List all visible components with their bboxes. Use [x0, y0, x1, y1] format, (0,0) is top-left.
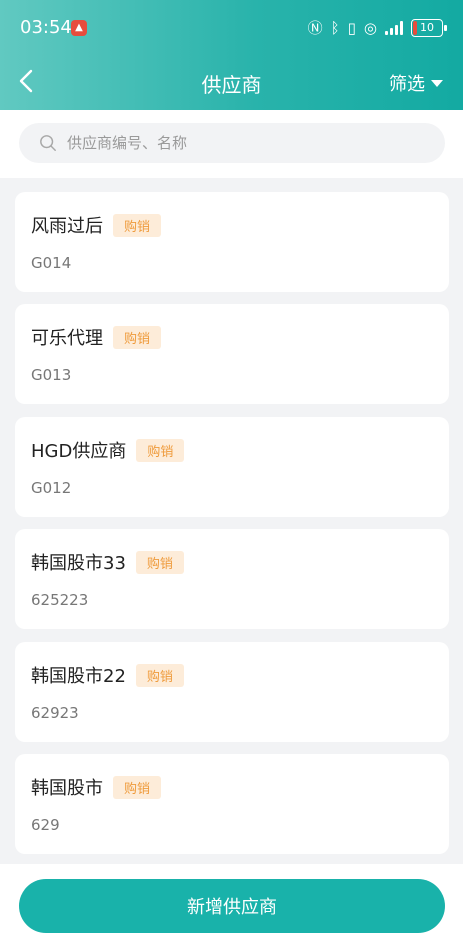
filter-label: 筛选	[389, 74, 425, 95]
supplier-type-badge: 购销	[113, 213, 162, 237]
add-supplier-button[interactable]: 新增供应商	[19, 879, 445, 933]
search-bar	[0, 110, 463, 178]
supplier-name-row: 韩国股市22 购销	[31, 662, 184, 688]
nav-bar: 供应商 筛选	[0, 56, 463, 110]
search-icon	[40, 135, 56, 151]
supplier-type-badge: 购销	[136, 438, 185, 462]
notification-icon: ▲	[71, 20, 87, 36]
hotspot-icon: ◎	[363, 18, 377, 37]
supplier-code: 62923	[31, 704, 79, 722]
nfc-icon: Ⓝ	[307, 19, 323, 37]
supplier-name: 韩国股市33	[31, 553, 126, 574]
supplier-card[interactable]: 可乐代理 购销 G013	[15, 304, 449, 404]
supplier-type-badge: 购销	[135, 550, 184, 574]
supplier-name-row: 可乐代理 购销	[31, 324, 162, 350]
status-time: 03:54	[20, 17, 72, 38]
supplier-code: G014	[31, 254, 72, 272]
supplier-list: 风雨过后 购销 G014 可乐代理 购销 G013 HGD供应商 购销 G012…	[0, 178, 463, 864]
supplier-name-row: HGD供应商 购销	[31, 437, 185, 463]
supplier-type-badge: 购销	[135, 663, 184, 687]
battery-icon: 10	[411, 18, 447, 37]
supplier-name: 可乐代理	[31, 328, 103, 349]
supplier-name: 风雨过后	[31, 216, 103, 237]
vibrate-icon: ▯	[347, 18, 356, 37]
supplier-code: 625223	[31, 591, 89, 609]
supplier-code: 629	[31, 816, 60, 834]
supplier-code: G013	[31, 366, 72, 384]
supplier-name: HGD供应商	[31, 441, 127, 462]
status-icons: Ⓝ ᛒ ▯ ◎ 10	[307, 17, 447, 38]
bottom-action-bar: 新增供应商	[0, 864, 463, 950]
app-header: 03:54 ▲ Ⓝ ᛒ ▯ ◎ 10 供应商 筛选	[0, 0, 463, 110]
caret-down-icon	[431, 79, 443, 87]
supplier-name: 韩国股市22	[31, 666, 126, 687]
supplier-name-row: 韩国股市33 购销	[31, 549, 184, 575]
supplier-type-badge: 购销	[113, 775, 162, 799]
supplier-type-badge: 购销	[113, 325, 162, 349]
bluetooth-icon: ᛒ	[330, 18, 340, 37]
search-input[interactable]	[65, 133, 409, 153]
search-box[interactable]	[19, 123, 445, 163]
supplier-card[interactable]: HGD供应商 购销 G012	[15, 417, 449, 517]
supplier-card[interactable]: 韩国股市22 购销 62923	[15, 642, 449, 742]
filter-button[interactable]: 筛选	[389, 70, 443, 96]
supplier-code: G012	[31, 479, 72, 497]
status-bar: 03:54 ▲ Ⓝ ᛒ ▯ ◎ 10	[0, 0, 463, 56]
supplier-card[interactable]: 风雨过后 购销 G014	[15, 192, 449, 292]
supplier-name-row: 风雨过后 购销	[31, 212, 162, 238]
signal-icon	[385, 20, 403, 35]
supplier-card[interactable]: 韩国股市 购销 629	[15, 754, 449, 854]
supplier-name: 韩国股市	[31, 778, 103, 799]
supplier-name-row: 韩国股市 购销	[31, 774, 162, 800]
supplier-card[interactable]: 韩国股市33 购销 625223	[15, 529, 449, 629]
battery-level: 10	[420, 20, 434, 34]
